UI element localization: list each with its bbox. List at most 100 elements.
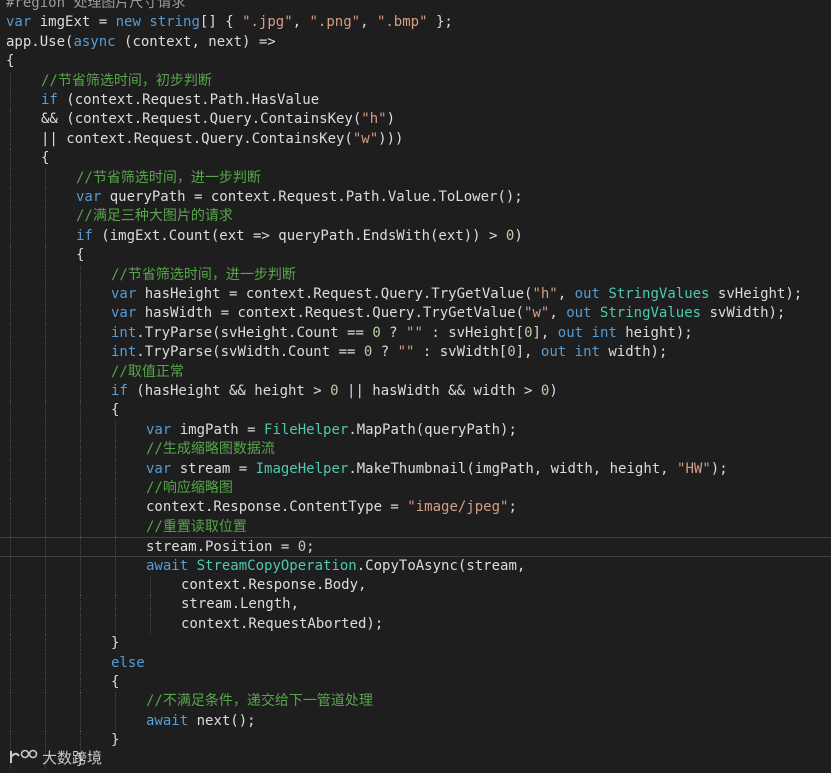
code-token: ) — [514, 227, 523, 244]
indent-guide — [45, 595, 46, 615]
indent-guide — [80, 517, 81, 538]
code-token: { — [111, 402, 120, 419]
code-line[interactable]: //生成缩略图数据流 — [0, 440, 831, 459]
code-line[interactable]: } — [0, 751, 831, 770]
code-token: var — [76, 189, 102, 205]
code-line[interactable]: { — [0, 401, 831, 420]
code-token: , — [549, 305, 567, 322]
code-token: int — [574, 344, 600, 361]
code-line[interactable]: //不满足条件，递交给下一管道处理 — [0, 692, 831, 711]
code-token: ))) — [378, 130, 404, 147]
code-line[interactable]: context.RequestAborted); — [0, 615, 831, 634]
code-line[interactable]: context.Response.ContentType = "image/jp… — [0, 498, 831, 517]
code-token: //节省筛选时间，进一步判断 — [111, 266, 296, 283]
code-line[interactable]: app.Use(async (context, next) => — [0, 33, 831, 52]
code-token: imgExt = — [31, 14, 116, 31]
code-line[interactable]: || context.Request.Query.ContainsKey("w"… — [0, 130, 831, 149]
code-token: context.Response.ContentType = — [146, 499, 408, 516]
code-token: 0 — [330, 383, 339, 399]
code-line[interactable]: var hasWidth = context.Request.Query.Try… — [0, 304, 831, 323]
code-line[interactable]: //节省筛选时间，进一步判断 — [0, 169, 831, 188]
code-line[interactable]: //响应缩略图 — [0, 479, 831, 498]
code-token: imgPath = — [171, 421, 265, 438]
indent-guide — [10, 614, 11, 635]
code-line[interactable]: #region 处理图片尺寸请求 — [0, 0, 831, 13]
indent-guide — [80, 556, 81, 576]
code-token: if — [41, 92, 58, 108]
code-token: { — [76, 247, 85, 264]
code-line[interactable]: //节省筛选时间，初步判断 — [0, 72, 831, 91]
code-token: ? — [372, 344, 398, 361]
code-token: var — [111, 305, 137, 322]
code-line[interactable]: stream.Position = 0; — [0, 537, 831, 557]
code-token: "image/jpeg" — [407, 499, 509, 516]
code-token: (context.Request.Path.HasValue — [57, 92, 320, 108]
code-line[interactable]: if (imgExt.Count(ext => queryPath.EndsWi… — [0, 227, 831, 246]
code-token: ) — [549, 383, 558, 399]
indent-guide — [80, 498, 81, 518]
code-token: : svWidth[ — [414, 344, 508, 361]
code-line[interactable]: //满足三种大图片的请求 — [0, 207, 831, 226]
code-token: "HW" — [677, 460, 711, 477]
indent-guide — [10, 556, 11, 576]
code-line[interactable]: stream.Length, — [0, 595, 831, 614]
code-token: if — [111, 383, 128, 399]
code-line[interactable]: int.TryParse(svHeight.Count == 0 ? "" : … — [0, 324, 831, 343]
indent-guide — [80, 362, 81, 382]
code-token: await — [146, 712, 189, 729]
indent-guide — [80, 479, 81, 499]
code-line[interactable]: var queryPath = context.Request.Path.Val… — [0, 188, 831, 207]
code-line[interactable]: //取值正常 — [0, 363, 831, 382]
code-line[interactable]: await next(); — [0, 712, 831, 731]
code-line[interactable]: var hasHeight = context.Request.Query.Tr… — [0, 285, 831, 304]
code-line[interactable]: if (context.Request.Path.HasValue — [0, 91, 831, 110]
code-token: "w" — [352, 130, 379, 147]
code-line[interactable]: } — [0, 731, 831, 750]
code-line[interactable]: else — [0, 654, 831, 673]
indent-guide — [10, 498, 11, 518]
indent-guide — [10, 362, 11, 382]
indent-guide — [45, 168, 46, 188]
code-line[interactable]: { — [0, 52, 831, 71]
code-token: async — [73, 33, 116, 50]
code-line[interactable]: //重置读取位置 — [0, 518, 831, 537]
indent-guide — [45, 226, 46, 247]
indent-guide — [45, 440, 46, 460]
code-line[interactable]: { — [0, 246, 831, 265]
code-line[interactable]: if (hasHeight && height > 0 || hasWidth … — [0, 382, 831, 401]
indent-guide — [115, 440, 116, 460]
indent-guide — [10, 304, 11, 324]
code-token: app.Use( — [6, 33, 74, 50]
indent-guide — [150, 614, 151, 635]
code-token: out — [574, 286, 600, 302]
code-line[interactable]: var stream = ImageHelper.MakeThumbnail(i… — [0, 460, 831, 479]
code-line[interactable]: var imgExt = new string[] { ".jpg", ".pn… — [0, 13, 831, 32]
code-line[interactable]: && (context.Request.Query.ContainsKey("h… — [0, 110, 831, 129]
code-token: ) — [386, 111, 396, 128]
code-token: stream = — [171, 460, 256, 477]
indent-guide — [45, 285, 46, 305]
indent-guide — [45, 382, 46, 402]
indent-guide — [10, 420, 11, 441]
code-line[interactable]: //节省筛选时间，进一步判断 — [0, 266, 831, 285]
watermark: 大数跨境 — [8, 745, 102, 769]
code-line[interactable]: int.TryParse(svWidth.Count == 0 ? "" : s… — [0, 343, 831, 362]
indent-guide — [10, 634, 11, 654]
code-token: #region — [6, 0, 74, 11]
code-line[interactable]: { — [0, 149, 831, 168]
code-token: height); — [616, 324, 693, 341]
code-line[interactable]: } — [0, 634, 831, 653]
code-editor[interactable]: #region 处理图片尺寸请求 var imgExt = new string[… — [0, 0, 831, 773]
code-token: //生成缩略图数据流 — [146, 441, 275, 458]
code-line[interactable]: { — [0, 673, 831, 692]
code-token: "" — [406, 324, 423, 341]
indent-guide — [80, 614, 81, 635]
code-line[interactable]: await StreamCopyOperation.CopyToAsync(st… — [0, 557, 831, 576]
code-line[interactable]: context.Response.Body, — [0, 576, 831, 595]
code-token: { — [6, 53, 15, 70]
indent-guide — [10, 401, 11, 421]
code-token: && (context.Request.Query.ContainsKey( — [41, 111, 362, 128]
indent-guide — [10, 188, 11, 208]
code-line[interactable]: var imgPath = FileHelper.MapPath(queryPa… — [0, 421, 831, 440]
indent-guide — [10, 226, 11, 247]
